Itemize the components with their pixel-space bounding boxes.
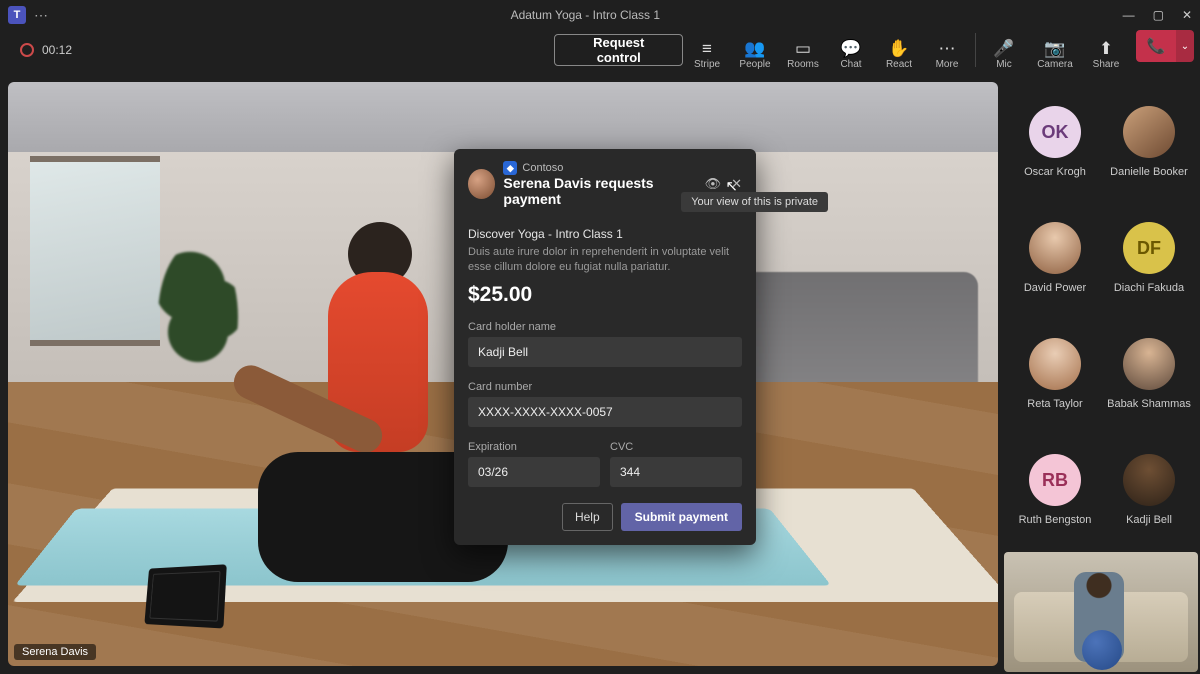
participant-name: Oscar Krogh xyxy=(1024,166,1086,178)
more-icon: ⋯ xyxy=(939,40,956,57)
expiration-input[interactable] xyxy=(468,457,600,487)
cardnumber-label: Card number xyxy=(468,381,742,393)
cardholder-label: Card holder name xyxy=(468,321,742,333)
people-button[interactable]: 👥 People xyxy=(731,30,779,70)
submit-payment-button[interactable]: Submit payment xyxy=(621,503,742,531)
window-minimize-button[interactable]: — xyxy=(1123,8,1135,22)
participant-name: Diachi Fakuda xyxy=(1114,282,1184,294)
leave-split-button: 📞 ⌄ xyxy=(1136,30,1194,62)
participant-photo-avatar xyxy=(1029,338,1081,390)
chat-button[interactable]: 💬 Chat xyxy=(827,30,875,70)
window-title-bar: T ⋯ Adatum Yoga - Intro Class 1 — ▢ ✕ xyxy=(0,0,1200,30)
request-control-button[interactable]: Request control xyxy=(554,34,683,66)
react-icon: ✋ xyxy=(888,40,909,57)
more-button[interactable]: ⋯ More xyxy=(923,30,971,70)
cvc-input[interactable] xyxy=(610,457,742,487)
participant-name: Reta Taylor xyxy=(1027,398,1082,410)
record-icon xyxy=(20,43,34,57)
window-close-button[interactable]: ✕ xyxy=(1182,8,1192,22)
meeting-toolbar: 00:12 Request control ≡ Stripe 👥 People … xyxy=(0,30,1200,70)
close-modal-button[interactable]: ✕ xyxy=(731,176,742,192)
stripe-app-button[interactable]: ≡ Stripe xyxy=(683,30,731,70)
modal-title: Serena Davis requests payment xyxy=(503,175,696,207)
participant-roster: OK Oscar Krogh Danielle Booker David Power D… xyxy=(1004,82,1200,548)
toolbar-separator xyxy=(975,33,976,67)
payment-request-card: ◆ Contoso Serena Davis requests payment … xyxy=(454,149,756,545)
participant-photo-avatar xyxy=(1029,222,1081,274)
teams-logo-icon: T xyxy=(8,6,26,24)
product-description: Duis aute irure dolor in reprehenderit i… xyxy=(468,245,742,275)
leave-button[interactable]: 📞 xyxy=(1136,30,1176,62)
participant-tile[interactable]: David Power xyxy=(1008,200,1102,316)
recording-indicator: 00:12 xyxy=(20,43,72,57)
participant-tile[interactable]: Danielle Booker xyxy=(1102,84,1196,200)
stripe-icon: ≡ xyxy=(702,40,712,57)
window-maximize-button[interactable]: ▢ xyxy=(1153,8,1164,22)
people-icon: 👥 xyxy=(744,40,765,57)
rooms-icon: ▭ xyxy=(795,40,811,57)
cardholder-input[interactable] xyxy=(468,337,742,367)
self-video-tile[interactable] xyxy=(1004,552,1198,672)
window-title: Adatum Yoga - Intro Class 1 xyxy=(48,8,1123,22)
participant-tile[interactable]: Babak Shammas xyxy=(1102,316,1196,432)
participant-initials-avatar: RB xyxy=(1029,454,1081,506)
participant-photo-avatar xyxy=(1123,338,1175,390)
chat-icon: 💬 xyxy=(840,40,861,57)
requester-avatar xyxy=(468,169,495,199)
participant-tile[interactable]: DF Diachi Fakuda xyxy=(1102,200,1196,316)
cardnumber-input[interactable] xyxy=(468,397,742,427)
participant-name: Kadji Bell xyxy=(1126,514,1172,526)
recording-elapsed: 00:12 xyxy=(42,43,72,57)
participant-photo-avatar xyxy=(1123,454,1175,506)
product-title: Discover Yoga - Intro Class 1 xyxy=(468,227,742,241)
presenter-name-tag: Serena Davis xyxy=(14,644,96,660)
participant-initials-avatar: DF xyxy=(1123,222,1175,274)
participant-name: Babak Shammas xyxy=(1107,398,1191,410)
share-icon: ⬆ xyxy=(1099,40,1113,57)
participant-initials-avatar: OK xyxy=(1029,106,1081,158)
participant-tile[interactable]: RB Ruth Bengston xyxy=(1008,432,1102,548)
camera-icon: 📷 xyxy=(1044,40,1065,57)
participant-name: Ruth Bengston xyxy=(1019,514,1092,526)
share-button[interactable]: ⬆ Share xyxy=(1082,30,1130,70)
vendor-name: Contoso xyxy=(522,162,563,174)
mic-button[interactable]: 🎤 Mic xyxy=(980,30,1028,70)
participant-tile[interactable]: OK Oscar Krogh xyxy=(1008,84,1102,200)
leave-options-button[interactable]: ⌄ xyxy=(1176,30,1194,62)
chevron-down-icon: ⌄ xyxy=(1181,41,1189,52)
privacy-icon[interactable]: 👁 xyxy=(705,176,722,192)
mic-icon: 🎤 xyxy=(993,40,1014,57)
participant-tile[interactable]: Reta Taylor xyxy=(1008,316,1102,432)
participant-name: Danielle Booker xyxy=(1110,166,1188,178)
app-badge-icon: ◆ xyxy=(503,161,517,175)
camera-button[interactable]: 📷 Camera xyxy=(1028,30,1082,70)
hangup-icon: 📞 xyxy=(1147,37,1166,55)
privacy-tooltip: Your view of this is private xyxy=(681,192,828,212)
participant-photo-avatar xyxy=(1123,106,1175,158)
cvc-label: CVC xyxy=(610,441,742,453)
payment-amount: $25.00 xyxy=(468,283,742,307)
participant-tile[interactable]: Kadji Bell xyxy=(1102,432,1196,548)
rooms-button[interactable]: ▭ Rooms xyxy=(779,30,827,70)
app-menu-ellipsis[interactable]: ⋯ xyxy=(34,7,48,24)
react-button[interactable]: ✋ React xyxy=(875,30,923,70)
participant-name: David Power xyxy=(1024,282,1086,294)
help-button[interactable]: Help xyxy=(562,503,613,531)
expiration-label: Expiration xyxy=(468,441,600,453)
